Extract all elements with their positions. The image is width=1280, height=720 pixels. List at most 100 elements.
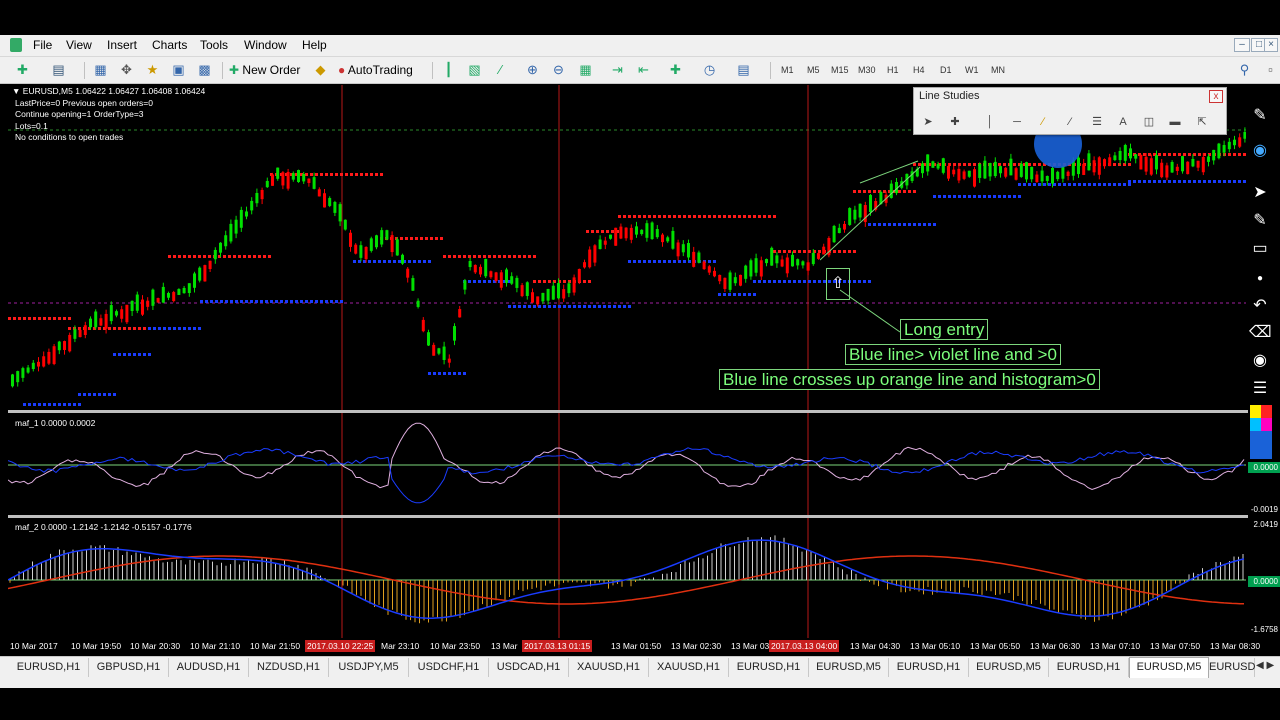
navigator-icon[interactable]: ★: [144, 62, 161, 78]
tf-h4[interactable]: H4: [913, 65, 925, 75]
tf-d1[interactable]: D1: [940, 65, 952, 75]
tf-m1[interactable]: M1: [781, 65, 794, 75]
tab[interactable]: EURUSD,H1: [729, 658, 809, 677]
bar-chart-icon[interactable]: ┃: [440, 62, 457, 78]
eraser-icon[interactable]: ▭: [1249, 238, 1271, 260]
chart-shift-icon[interactable]: ⇥: [609, 62, 626, 78]
level-dot: [928, 223, 931, 226]
fibonacci-icon[interactable]: ☰: [1088, 114, 1106, 130]
horizontal-line-icon[interactable]: ─: [1008, 114, 1026, 130]
cursor-tool-icon[interactable]: ➤: [919, 114, 937, 130]
dot-icon[interactable]: ●: [1249, 268, 1271, 290]
menu-view[interactable]: View: [66, 38, 92, 52]
level-dot: [168, 255, 171, 258]
arrows-icon[interactable]: ⇱: [1193, 114, 1211, 130]
tab[interactable]: EURUSD,M5: [969, 658, 1049, 677]
tf-h1[interactable]: H1: [887, 65, 899, 75]
level-dot: [918, 163, 921, 166]
meta-editor-icon[interactable]: ◆: [312, 62, 329, 78]
data-window-icon[interactable]: ✥: [118, 62, 135, 78]
tab[interactable]: XAUUSD,H1: [649, 658, 729, 677]
tab-scroll-icon[interactable]: ◀ ▶: [1256, 660, 1274, 671]
tf-mn[interactable]: MN: [991, 65, 1005, 75]
pointer-icon[interactable]: ➤: [1249, 182, 1271, 204]
menu-window[interactable]: Window: [244, 38, 287, 52]
tile-windows-icon[interactable]: ▦: [577, 62, 594, 78]
menu-charts[interactable]: Charts: [152, 38, 187, 52]
color-palette[interactable]: [1250, 405, 1272, 459]
color-swatch[interactable]: [1261, 405, 1272, 418]
tab[interactable]: EURUSD,H1: [1049, 658, 1129, 677]
undo-icon[interactable]: ↶: [1249, 295, 1271, 317]
crosshair-tool-icon[interactable]: ✚: [946, 114, 964, 130]
tf-m5[interactable]: M5: [807, 65, 820, 75]
tab[interactable]: XAUUSD,H1: [569, 658, 649, 677]
tf-m15[interactable]: M15: [831, 65, 849, 75]
pen-icon[interactable]: ✎: [1249, 105, 1271, 127]
line-studies-close-button[interactable]: x: [1209, 90, 1223, 103]
tab[interactable]: USDCAD,H1: [489, 658, 569, 677]
profiles-icon[interactable]: ▤: [50, 62, 67, 78]
candle-body: [63, 341, 66, 350]
highlighter-icon[interactable]: ✎: [1249, 210, 1271, 232]
periods-icon[interactable]: ◷: [701, 62, 718, 78]
trendline-icon[interactable]: ∕: [1034, 114, 1052, 130]
level-dot: [773, 215, 776, 218]
search-icon[interactable]: ⚲: [1236, 62, 1253, 78]
line-studies-toolbar[interactable]: Line Studies x ➤ ✚ │ ─ ∕ ⁄ ☰ A ◫ ▬ ⇱: [913, 87, 1227, 135]
tab[interactable]: GBPUSD,H1: [89, 658, 169, 677]
candlestick-icon[interactable]: ▧: [466, 62, 483, 78]
eye-icon[interactable]: ◉: [1249, 140, 1271, 162]
autoscroll-icon[interactable]: ⇤: [635, 62, 652, 78]
indicator1-panel[interactable]: maf_1 0.0000 0.0002: [7, 413, 1246, 515]
indicator2-panel[interactable]: maf_2 0.0000 -1.2142 -1.2142 -0.5157 -0.…: [7, 518, 1246, 638]
new-chart-icon[interactable]: ✚: [14, 62, 31, 78]
color-swatch[interactable]: [1261, 418, 1272, 431]
text-icon[interactable]: A: [1114, 114, 1132, 130]
color-swatch[interactable]: [1250, 405, 1261, 418]
strategy-tester-icon[interactable]: ▩: [196, 62, 213, 78]
menu-file[interactable]: File: [33, 38, 52, 52]
tab[interactable]: EURUSD,H1: [889, 658, 969, 677]
menu-tools[interactable]: Tools: [200, 38, 228, 52]
level-dot: [1138, 180, 1141, 183]
zoom-in-icon[interactable]: ⊕: [524, 62, 541, 78]
menu-help[interactable]: Help: [302, 38, 327, 52]
menu-insert[interactable]: Insert: [107, 38, 137, 52]
templates-icon[interactable]: ▤: [735, 62, 752, 78]
channel-icon[interactable]: ⁄: [1061, 114, 1079, 130]
tab-active[interactable]: EURUSD,M5: [1129, 657, 1209, 678]
indicators-icon[interactable]: ✚: [667, 62, 684, 78]
tab[interactable]: EURUSD,H1: [9, 658, 89, 677]
line-chart-icon[interactable]: ∕: [492, 62, 509, 78]
trash-icon[interactable]: ⌫: [1249, 322, 1272, 344]
chat-icon[interactable]: ▫: [1262, 62, 1279, 78]
tab[interactable]: AUDUSD,H1: [169, 658, 249, 677]
close-icon[interactable]: ×: [1264, 38, 1278, 52]
color-swatch[interactable]: [1250, 418, 1261, 431]
chart-window[interactable]: ▼ EURUSD,M5 1.06422 1.06427 1.06408 1.06…: [7, 85, 1248, 640]
tf-w1[interactable]: W1: [965, 65, 979, 75]
tab[interactable]: EURUSD,M5: [809, 658, 889, 677]
camera-icon[interactable]: ◉: [1249, 350, 1271, 372]
text-label-icon[interactable]: ◫: [1140, 114, 1158, 130]
tab[interactable]: USDCHF,H1: [409, 658, 489, 677]
time-label: 13 Mar 03: [731, 641, 770, 651]
menu-icon[interactable]: ☰: [1249, 378, 1271, 400]
rectangle-icon[interactable]: ▬: [1166, 114, 1184, 130]
tab[interactable]: EURUSD: [1209, 658, 1255, 677]
minimize-icon[interactable]: –: [1234, 38, 1250, 52]
zoom-out-icon[interactable]: ⊖: [550, 62, 567, 78]
auto-trading-button[interactable]: ● AutoTrading: [338, 61, 413, 80]
candle-body: [37, 361, 40, 367]
tab[interactable]: NZDUSD,H1: [249, 658, 329, 677]
candle-body: [510, 276, 514, 284]
terminal-icon[interactable]: ▣: [170, 62, 187, 78]
tf-m30[interactable]: M30: [858, 65, 876, 75]
color-swatch[interactable]: [1250, 431, 1272, 459]
candle-body: [338, 204, 342, 222]
vertical-line-icon[interactable]: │: [981, 114, 999, 130]
tab[interactable]: USDJPY,M5: [329, 658, 409, 677]
new-order-button[interactable]: ✚ New Order: [229, 61, 300, 80]
market-watch-icon[interactable]: ▦: [92, 62, 109, 78]
